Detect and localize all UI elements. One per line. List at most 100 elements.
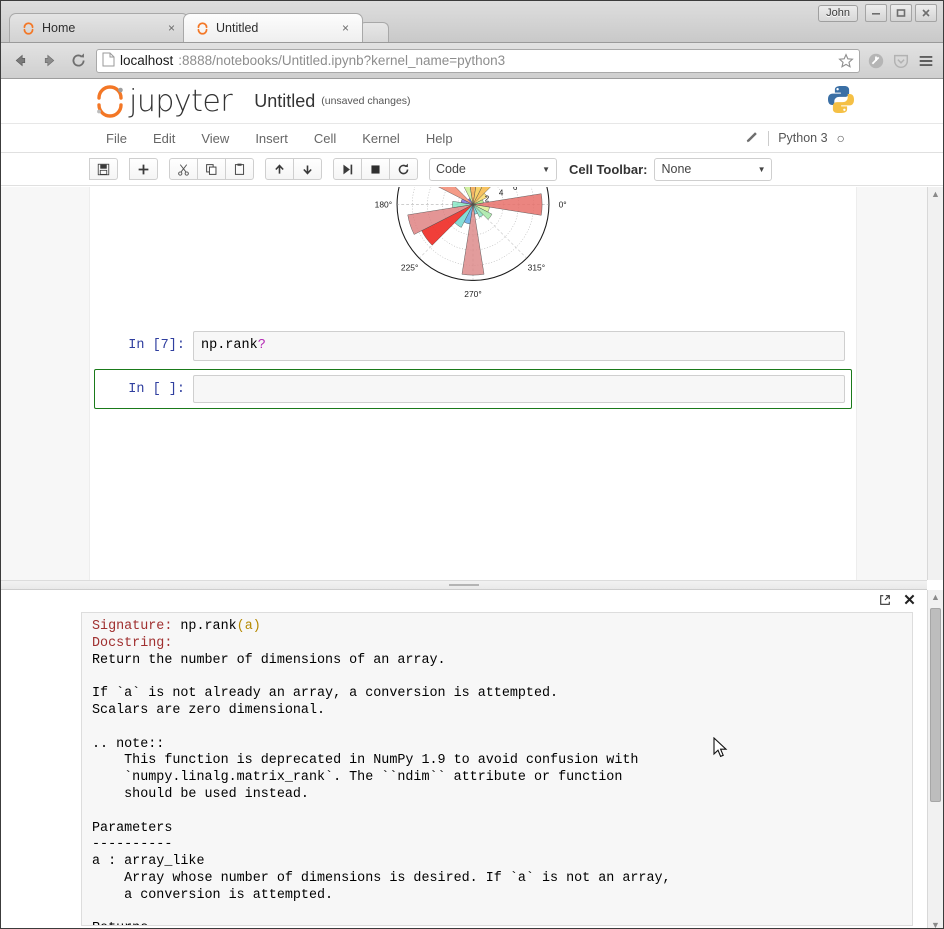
reload-icon[interactable] <box>67 50 89 72</box>
chevron-down-icon: ▼ <box>758 165 766 174</box>
window-controls: John <box>818 4 937 22</box>
scrollbar-thumb[interactable] <box>930 608 941 802</box>
notebook-cell-in-7[interactable]: In [7]: np.rank? <box>94 325 852 367</box>
tab-close-icon[interactable]: × <box>339 21 352 35</box>
open-in-new-icon[interactable] <box>879 594 891 609</box>
menu-cell[interactable]: Cell <box>301 127 349 150</box>
code-text: np.rank <box>201 338 258 353</box>
save-button[interactable] <box>89 158 118 180</box>
close-icon[interactable] <box>904 594 915 608</box>
svg-text:180°: 180° <box>375 199 392 209</box>
svg-text:2: 2 <box>485 195 490 204</box>
tab-close-icon[interactable]: × <box>165 21 178 35</box>
jupyter-favicon-icon <box>196 22 209 35</box>
cell-prompt: In [7]: <box>101 331 193 353</box>
toolbar-group-move <box>265 158 321 180</box>
notebook-container: 0°315°270°225°180°246810 In [7]: np.rank… <box>89 187 857 580</box>
cell-output-polar-chart: 0°315°270°225°180°246810 <box>90 187 856 323</box>
forward-arrow-icon[interactable] <box>38 50 60 72</box>
svg-text:6: 6 <box>513 187 518 192</box>
menu-insert[interactable]: Insert <box>242 127 301 150</box>
cell-input-editor[interactable]: np.rank? <box>193 331 845 361</box>
pager-panel: Signature: np.rank(a) Docstring: Return … <box>1 590 927 929</box>
page-viewport: jupyter Untitled (unsaved changes) File … <box>1 79 943 929</box>
minimize-button[interactable] <box>865 4 887 22</box>
jupyter-logo-icon <box>93 84 127 118</box>
hamburger-menu-icon[interactable] <box>917 52 935 70</box>
back-arrow-icon[interactable] <box>9 50 31 72</box>
menu-edit[interactable]: Edit <box>140 127 188 150</box>
svg-text:315°: 315° <box>528 263 545 273</box>
menu-view[interactable]: View <box>188 127 242 150</box>
run-cell-button[interactable] <box>333 158 362 180</box>
copy-cell-button[interactable] <box>197 158 226 180</box>
pager-scrollbar[interactable]: ▲ ▼ <box>927 590 943 929</box>
browser-tab-home[interactable]: Home × <box>9 13 189 42</box>
pager-splitter[interactable] <box>1 580 927 590</box>
docstring-signature-args: (a) <box>237 619 261 634</box>
svg-text:270°: 270° <box>464 289 481 299</box>
tab-strip: Home × Untitled × <box>9 13 389 42</box>
tab-title: Home <box>42 21 157 35</box>
toolbar-group-insert <box>129 158 157 180</box>
adblock-icon[interactable] <box>867 52 885 70</box>
bookmark-star-icon[interactable] <box>832 53 854 69</box>
url-bar[interactable]: localhost:8888/notebooks/Untitled.ipynb?… <box>96 49 860 73</box>
maximize-button[interactable] <box>890 4 912 22</box>
svg-text:4: 4 <box>499 189 504 198</box>
kernel-status-area: Python 3 ○ <box>735 124 855 152</box>
svg-text:225°: 225° <box>401 263 418 273</box>
notebook-scrollbar[interactable]: ▲ <box>927 187 943 580</box>
browser-tab-untitled[interactable]: Untitled × <box>183 13 363 42</box>
cell-input-editor[interactable] <box>193 375 845 403</box>
menu-help[interactable]: Help <box>413 127 466 150</box>
scroll-down-arrow-icon[interactable]: ▼ <box>928 918 943 929</box>
jupyter-header: jupyter Untitled (unsaved changes) <box>1 79 943 124</box>
toolbar-group-run <box>333 158 417 180</box>
docstring-label: Docstring: <box>92 636 172 651</box>
notebook-cell-in-empty[interactable]: In [ ]: <box>94 369 852 409</box>
docstring-signature-label: Signature: <box>92 619 172 634</box>
cell-prompt: In [ ]: <box>101 375 193 397</box>
menu-kernel[interactable]: Kernel <box>349 127 413 150</box>
kernel-name-label: Python 3 <box>778 131 827 145</box>
paste-cell-button[interactable] <box>225 158 254 180</box>
restart-kernel-button[interactable] <box>389 158 418 180</box>
cell-type-select[interactable]: Code ▼ <box>429 158 557 181</box>
url-host-text: localhost <box>120 53 173 68</box>
close-button[interactable] <box>915 4 937 22</box>
pager-header <box>1 590 927 612</box>
toolbar-group-clipboard <box>169 158 253 180</box>
cut-cell-button[interactable] <box>169 158 198 180</box>
menu-file[interactable]: File <box>93 127 140 150</box>
notebook-name[interactable]: Untitled <box>254 91 315 112</box>
kernel-busy-indicator-icon[interactable]: ○ <box>837 130 845 146</box>
cell-toolbar-select[interactable]: None ▼ <box>654 158 772 181</box>
chevron-down-icon: ▼ <box>542 165 550 174</box>
insert-cell-below-button[interactable] <box>129 158 158 180</box>
toolbar-group-save <box>89 158 117 180</box>
new-tab-button[interactable] <box>359 22 389 42</box>
notebook-save-state: (unsaved changes) <box>321 95 410 107</box>
pencil-icon[interactable] <box>745 130 759 147</box>
jupyter-menubar: File Edit View Insert Cell Kernel Help P… <box>1 124 943 153</box>
scroll-up-arrow-icon[interactable]: ▲ <box>928 590 943 604</box>
tab-title: Untitled <box>216 21 331 35</box>
user-chip[interactable]: John <box>818 5 858 22</box>
browser-navigation-bar: localhost:8888/notebooks/Untitled.ipynb?… <box>1 43 943 79</box>
docstring-signature-name: np.rank <box>172 619 236 634</box>
window-titlebar: Home × Untitled × John <box>1 1 943 43</box>
scroll-up-arrow-icon[interactable]: ▲ <box>928 187 943 201</box>
notebook-scroll-area[interactable]: 0°315°270°225°180°246810 In [7]: np.rank… <box>1 187 927 580</box>
interrupt-kernel-button[interactable] <box>361 158 390 180</box>
pocket-icon[interactable] <box>892 52 910 70</box>
move-cell-up-button[interactable] <box>265 158 294 180</box>
cell-type-value: Code <box>436 162 466 176</box>
jupyter-toolbar: Code ▼ Cell Toolbar: None ▼ <box>1 153 943 186</box>
browser-window: Home × Untitled × John <box>0 0 944 929</box>
page-document-icon <box>102 52 115 70</box>
move-cell-down-button[interactable] <box>293 158 322 180</box>
jupyter-logo[interactable]: jupyter <box>93 84 232 119</box>
python-logo-icon <box>827 85 855 119</box>
svg-text:0°: 0° <box>559 199 567 209</box>
